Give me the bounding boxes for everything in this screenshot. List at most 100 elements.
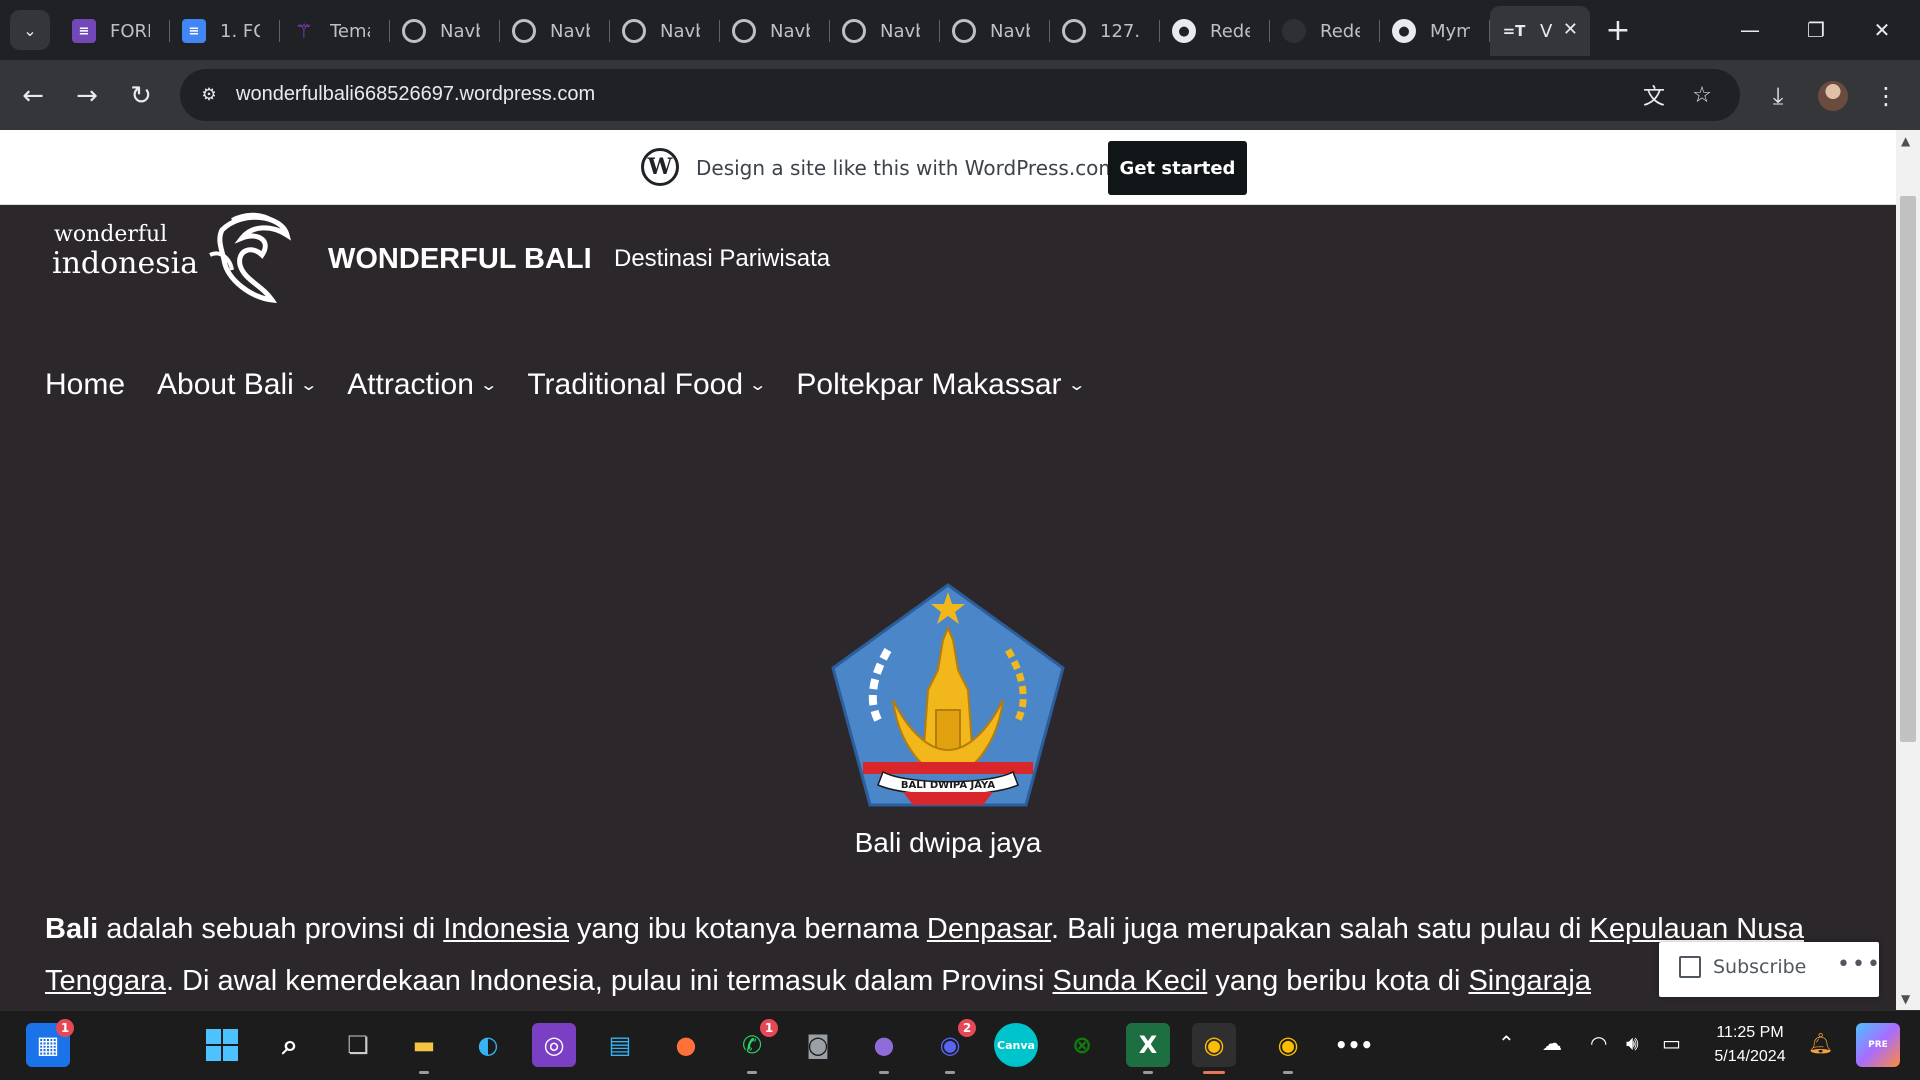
tab-localhost[interactable]: 127.0 — [1050, 6, 1160, 56]
globe-icon — [512, 19, 536, 43]
tab-wonderful-bali[interactable]: =T V ✕ — [1490, 6, 1590, 56]
link-sunda-kecil[interactable]: Sunda Kecil — [1053, 965, 1208, 997]
logo-line-2: indonesia — [52, 246, 199, 281]
tab-navb-1[interactable]: Navb — [390, 6, 500, 56]
show-hidden-icons-chevron-icon[interactable]: ⌃ — [1498, 1031, 1515, 1055]
notification-bell-icon[interactable]: 🔔︎ — [1808, 1031, 1833, 1055]
menu-item-attraction[interactable]: Attraction ⌄ — [347, 368, 499, 402]
globe-icon — [1062, 19, 1086, 43]
link-indonesia[interactable]: Indonesia — [443, 913, 569, 945]
wifi-icon[interactable]: ◠ — [1590, 1031, 1607, 1055]
tab-navb-2[interactable]: Navb — [500, 6, 610, 56]
tab-github-rede-2[interactable]: Rede — [1270, 6, 1380, 56]
tab-github-mym[interactable]: ● Mym — [1380, 6, 1490, 56]
primary-navigation: Home About Bali ⌄ Attraction ⌄ Traditional… — [45, 368, 1115, 402]
address-bar[interactable]: ⚙ wonderfulbali668526697.wordpress.com 文… — [180, 69, 1740, 121]
volume-icon[interactable]: 🔊︎ — [1626, 1031, 1639, 1055]
get-started-button[interactable]: Get started — [1108, 141, 1247, 195]
tab-strip: ⌄ ≡ FORM ≡ 1. FO ⚚ Tema Navb Navb Navb Navb… — [0, 0, 1920, 60]
more-apps-icon[interactable]: ••• — [1332, 1023, 1376, 1067]
start-button[interactable] — [200, 1023, 244, 1067]
camera-icon[interactable]: ◙ — [796, 1023, 840, 1067]
wordpress-logo-icon: W — [641, 148, 679, 186]
restore-button[interactable]: ❐ — [1786, 8, 1846, 52]
menu-item-home[interactable]: Home — [45, 368, 125, 402]
widgets-icon[interactable]: ▦ 1 — [26, 1019, 74, 1067]
tab-navb-6[interactable]: Navb — [940, 6, 1050, 56]
excel-icon[interactable]: X — [1126, 1023, 1170, 1074]
edge-icon[interactable]: ◐ — [466, 1023, 510, 1067]
menu-kebab-icon[interactable]: ⋮ — [1866, 76, 1906, 116]
github-icon: ● — [1172, 19, 1196, 43]
globe-icon — [622, 19, 646, 43]
discord-icon[interactable]: ◉ 2 — [928, 1019, 976, 1074]
onedrive-icon[interactable]: ☁ — [1542, 1031, 1562, 1055]
tab-github-rede-1[interactable]: ● Rede — [1160, 6, 1270, 56]
tab-title: 127.0 — [1100, 20, 1140, 42]
chevron-down-icon: ⌄ — [479, 377, 499, 394]
whatsapp-icon[interactable]: ✆ 1 — [730, 1019, 778, 1074]
menu-item-about-bali[interactable]: About Bali ⌄ — [157, 368, 318, 402]
new-tab-button[interactable]: + — [1600, 12, 1636, 48]
wonderful-indonesia-logo[interactable]: wonderful indonesia — [52, 210, 292, 305]
minimize-button[interactable]: — — [1720, 8, 1780, 52]
menu-label: Home — [45, 368, 126, 401]
file-explorer-icon[interactable]: ▬ — [402, 1023, 446, 1074]
menu-item-traditional-food[interactable]: Traditional Food ⌄ — [527, 368, 767, 402]
bookmark-star-icon[interactable]: ☆ — [1688, 81, 1716, 109]
chrome-profile-icon[interactable]: ◉ — [1266, 1023, 1310, 1074]
page-scrollbar[interactable]: ▲ ▼ — [1896, 130, 1920, 1010]
tab-navb-3[interactable]: Navb — [610, 6, 720, 56]
tab-forms[interactable]: ≡ FORM — [60, 6, 170, 56]
emblem-ribbon-text: BALI DWIPA JAYA — [901, 780, 995, 791]
url-text[interactable]: wonderfulbali668526697.wordpress.com — [236, 83, 595, 106]
firefox-icon[interactable]: ● — [664, 1023, 708, 1067]
link-singaraja[interactable]: Singaraja — [1468, 965, 1591, 997]
tab-search-button[interactable]: ⌄ — [10, 10, 50, 50]
globe-icon — [732, 19, 756, 43]
subscribe-button[interactable]: Subscribe — [1679, 956, 1806, 978]
tab-title: FORM — [110, 20, 150, 42]
wordpress-icon: =T — [1502, 22, 1526, 40]
menu-item-poltekpar-makassar[interactable]: Poltekpar Makassar ⌄ — [796, 368, 1085, 402]
clock-date: 5/14/2024 — [1714, 1048, 1786, 1065]
profile-avatar[interactable] — [1818, 81, 1848, 111]
site-title[interactable]: WONDERFUL BALI — [328, 243, 592, 276]
site-tagline: Destinasi Pariwisata — [614, 245, 831, 272]
more-options-button[interactable]: ••• — [1837, 952, 1882, 977]
photo-app-icon[interactable]: ◎ — [532, 1023, 576, 1067]
translate-icon[interactable]: 文 — [1640, 81, 1668, 110]
scroll-down-arrow-icon[interactable]: ▼ — [1901, 992, 1910, 1006]
globe-icon — [842, 19, 866, 43]
tab-tema[interactable]: ⚚ Tema — [280, 6, 390, 56]
tab-title: Navb — [770, 20, 810, 42]
tab-title: Navb — [880, 20, 920, 42]
github-desktop-icon[interactable]: ● — [862, 1023, 906, 1074]
tab-navb-5[interactable]: Navb — [830, 6, 940, 56]
tab-docs[interactable]: ≡ 1. FO — [170, 6, 280, 56]
scrollbar-thumb[interactable] — [1900, 196, 1916, 742]
forward-button[interactable]: → — [67, 76, 107, 116]
tab-title: 1. FO — [220, 20, 260, 42]
widgets-badge: 1 — [56, 1019, 74, 1037]
menu-label: Attraction — [347, 368, 474, 401]
microsoft-store-icon[interactable]: ▤ — [598, 1023, 642, 1067]
tab-navb-4[interactable]: Navb — [720, 6, 830, 56]
xbox-icon[interactable]: ⊗ — [1060, 1023, 1104, 1067]
task-view-icon[interactable]: ❏ — [336, 1023, 380, 1067]
link-denpasar[interactable]: Denpasar — [927, 913, 1051, 945]
download-icon[interactable]: ⤓ — [1758, 76, 1798, 116]
system-clock[interactable]: 11:25 PM 5/14/2024 — [1700, 1021, 1800, 1069]
close-tab-icon[interactable]: ✕ — [1563, 19, 1578, 40]
close-window-button[interactable]: ✕ — [1852, 8, 1912, 52]
battery-icon[interactable]: ▭ — [1662, 1031, 1681, 1055]
chrome-icon[interactable]: ◉ — [1192, 1023, 1236, 1074]
back-button[interactable]: ← — [13, 76, 53, 116]
reload-button[interactable]: ↻ — [121, 76, 161, 116]
scroll-up-arrow-icon[interactable]: ▲ — [1901, 134, 1910, 148]
copilot-icon[interactable]: PRE — [1856, 1023, 1900, 1067]
tab-title: Mym — [1430, 20, 1470, 42]
search-icon[interactable]: ⌕ — [268, 1023, 312, 1067]
canva-icon[interactable]: Canva — [994, 1023, 1038, 1067]
site-info-icon[interactable]: ⚙ — [196, 82, 222, 108]
